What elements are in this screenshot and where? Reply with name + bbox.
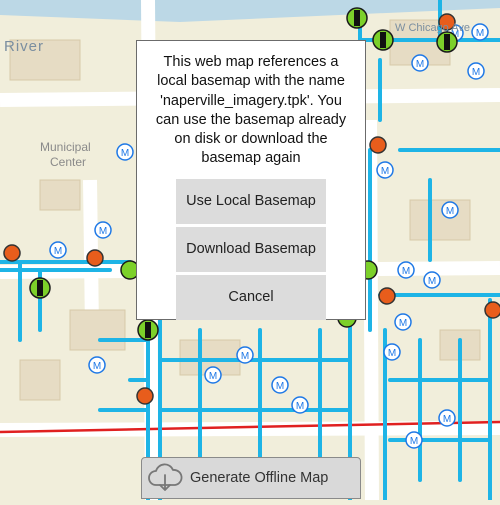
svg-text:M: M bbox=[296, 401, 304, 412]
svg-text:M: M bbox=[209, 371, 217, 382]
svg-text:M: M bbox=[99, 226, 107, 237]
download-basemap-button[interactable]: Download Basemap bbox=[176, 227, 326, 272]
svg-text:M: M bbox=[381, 166, 389, 177]
center-label: Center bbox=[50, 155, 87, 169]
svg-text:M: M bbox=[399, 318, 407, 329]
svg-text:M: M bbox=[446, 206, 454, 217]
generate-offline-map-button[interactable]: Generate Offline Map bbox=[141, 457, 361, 499]
cancel-button[interactable]: Cancel bbox=[176, 275, 326, 320]
svg-text:M: M bbox=[410, 436, 418, 447]
cloud-download-icon bbox=[146, 462, 184, 494]
alert-message: This web map references a local basemap … bbox=[155, 54, 347, 167]
use-local-basemap-button[interactable]: Use Local Basemap bbox=[176, 179, 326, 224]
river-label: River bbox=[4, 38, 45, 55]
svg-text:M: M bbox=[476, 28, 484, 39]
svg-text:M: M bbox=[472, 67, 480, 78]
svg-text:M: M bbox=[402, 266, 410, 277]
svg-text:M: M bbox=[276, 381, 284, 392]
svg-text:M: M bbox=[416, 59, 424, 70]
svg-text:M: M bbox=[54, 246, 62, 257]
svg-text:M: M bbox=[443, 414, 451, 425]
generate-offline-map-label: Generate Offline Map bbox=[190, 470, 329, 486]
basemap-alert-dialog: This web map references a local basemap … bbox=[136, 40, 366, 320]
svg-text:M: M bbox=[121, 148, 129, 159]
street-label: W Chicago Ave bbox=[395, 22, 471, 34]
svg-text:M: M bbox=[388, 348, 396, 359]
svg-text:M: M bbox=[241, 351, 249, 362]
municipal-label: Municipal bbox=[40, 140, 91, 154]
svg-text:M: M bbox=[93, 361, 101, 372]
svg-text:M: M bbox=[428, 276, 436, 287]
